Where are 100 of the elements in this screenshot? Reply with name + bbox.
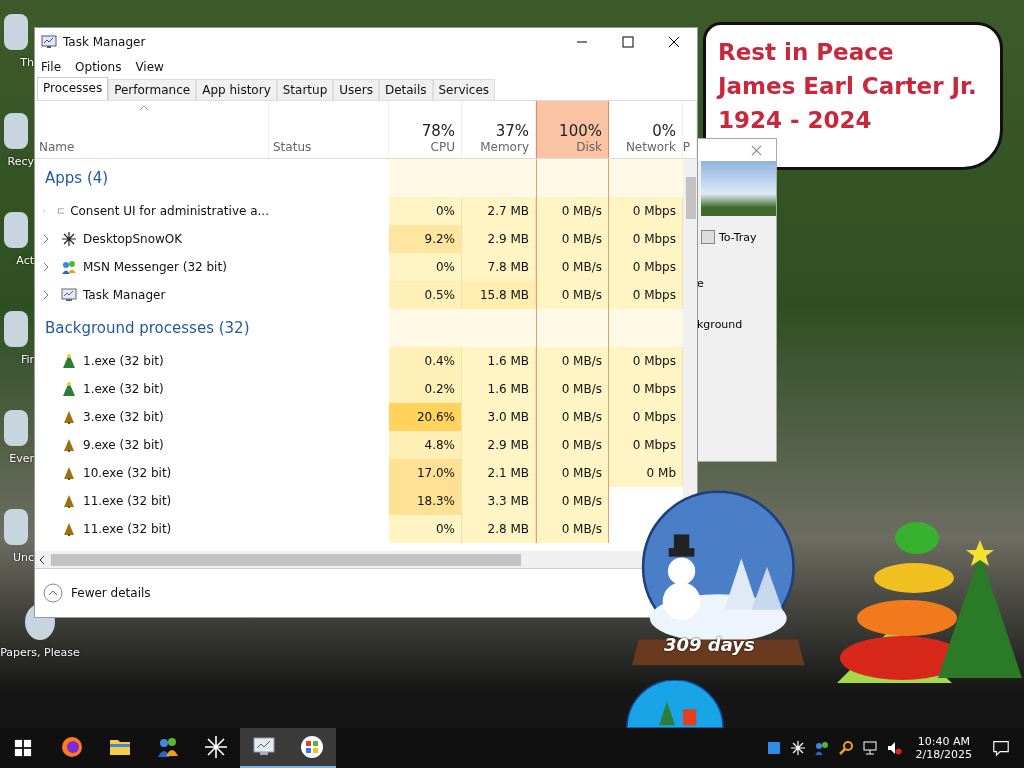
desktop-icon-label[interactable]: Recy: [7, 155, 34, 168]
table-cell: 0.4%: [389, 347, 462, 375]
table-cell: 0 MB/s: [536, 347, 609, 375]
collapse-icon[interactable]: [43, 583, 63, 603]
monitor-icon: [41, 34, 57, 50]
tab[interactable]: Services: [432, 79, 496, 100]
window-icon[interactable]: [765, 740, 782, 756]
app-icon[interactable]: [4, 311, 28, 347]
process-name[interactable]: Consent UI for administrative a...: [70, 204, 269, 218]
column-header[interactable]: 100% Disk: [536, 101, 609, 158]
app-icon[interactable]: [4, 212, 28, 248]
people-icon: [61, 259, 77, 275]
table-cell: 3.3 MB: [462, 487, 536, 515]
app-icon[interactable]: [4, 113, 28, 149]
tab[interactable]: App history: [196, 79, 277, 100]
notification-icon[interactable]: [992, 739, 1010, 757]
taskbar-button[interactable]: [288, 728, 336, 768]
table-cell: 0 Mbps: [609, 281, 683, 309]
process-name[interactable]: MSN Messenger (32 bit): [83, 260, 227, 274]
chevron-icon[interactable]: [43, 262, 49, 272]
tree-icon: [61, 437, 77, 453]
memorial-text: 1924 - 2024: [718, 106, 873, 135]
column-header[interactable]: 78% CPU: [389, 101, 462, 158]
table-cell: 20.6%: [389, 403, 462, 431]
network-icon[interactable]: [861, 740, 878, 756]
scroll-left-icon[interactable]: [39, 554, 45, 565]
column-header[interactable]: 0% Network: [609, 101, 683, 158]
table-cell: 0 Mbps: [609, 197, 683, 225]
day-counter: 309 days: [664, 634, 755, 655]
table-cell: 18.3%: [389, 487, 462, 515]
table-cell: 0%: [389, 253, 462, 281]
browser-icon: [60, 735, 84, 759]
desktop-icon-label[interactable]: Th: [20, 56, 34, 69]
process-name[interactable]: 11.exe (32 bit): [83, 522, 172, 536]
desktop-icon-label[interactable]: Unc: [12, 551, 34, 564]
process-name[interactable]: Task Manager: [83, 288, 166, 302]
column-header[interactable]: P: [683, 101, 697, 158]
process-name[interactable]: 1.exe (32 bit): [83, 354, 164, 368]
windows-start-icon[interactable]: [14, 739, 32, 757]
table-cell: 2.9 MB: [462, 431, 536, 459]
chevron-icon[interactable]: [43, 290, 49, 300]
app-icon[interactable]: [4, 14, 28, 50]
tree-icon: [61, 521, 77, 537]
process-name[interactable]: DesktopSnowOK: [83, 232, 183, 246]
checkbox[interactable]: [701, 230, 715, 244]
table-cell: 2.1 MB: [462, 459, 536, 487]
taskbar-button[interactable]: [240, 728, 288, 768]
checkbox-label[interactable]: To-Tray: [719, 230, 757, 244]
table-cell: 7.8 MB: [462, 253, 536, 281]
people-icon[interactable]: [813, 740, 830, 756]
table-cell: 2.7 MB: [462, 197, 536, 225]
table-cell: 0 Mbps: [609, 403, 683, 431]
process-name[interactable]: 11.exe (32 bit): [83, 494, 172, 508]
table-cell: 4.8%: [389, 431, 462, 459]
table-cell: 0 Mbps: [609, 347, 683, 375]
table-cell: 0 MB/s: [536, 515, 609, 543]
menu-item[interactable]: Options: [75, 60, 122, 74]
tab[interactable]: Startup: [276, 79, 334, 100]
tab[interactable]: Details: [378, 79, 433, 100]
tab[interactable]: Performance: [108, 79, 197, 100]
close-icon[interactable]: [751, 145, 762, 156]
fewer-details-link[interactable]: Fewer details: [71, 586, 151, 600]
group-heading: Background processes (32): [44, 319, 251, 337]
chevron-icon[interactable]: [43, 234, 49, 244]
sort-icon: [139, 105, 149, 111]
desktop-icon-label[interactable]: Papers, Please: [0, 646, 80, 659]
table-cell: 0 MB/s: [536, 253, 609, 281]
tree-icon: [61, 493, 77, 509]
column-header[interactable]: Status: [269, 101, 389, 158]
desktop-icon-label[interactable]: Fir: [20, 353, 34, 366]
table-cell: 0 Mb: [609, 459, 683, 487]
table-cell: 9.2%: [389, 225, 462, 253]
menu-item[interactable]: File: [41, 60, 62, 74]
volume-muted-icon[interactable]: [885, 740, 902, 756]
process-name[interactable]: 1.exe (32 bit): [83, 382, 164, 396]
monitor-icon: [61, 287, 77, 303]
snowflake-icon: [204, 735, 228, 759]
desktop-icon-label[interactable]: Ever: [9, 452, 34, 465]
process-name[interactable]: 10.exe (32 bit): [83, 466, 172, 480]
process-name[interactable]: 3.exe (32 bit): [83, 410, 164, 424]
tab[interactable]: Processes: [37, 77, 109, 100]
column-header[interactable]: Name: [35, 101, 269, 158]
tree-icon: [61, 465, 77, 481]
process-name[interactable]: 9.exe (32 bit): [83, 438, 164, 452]
table-cell: 1.6 MB: [462, 347, 536, 375]
table-cell: 0 MB/s: [536, 375, 609, 403]
table-cell: 0%: [389, 515, 462, 543]
table-cell: 0 Mbps: [609, 431, 683, 459]
desktop-icon-label[interactable]: Act: [16, 254, 34, 267]
search-icon[interactable]: [837, 740, 854, 756]
snowflake-icon[interactable]: [789, 740, 806, 756]
tree-icon: [61, 381, 77, 397]
group-heading: Apps (4): [44, 169, 110, 187]
tab[interactable]: Users: [333, 79, 379, 100]
memorial-text: James Earl Carter Jr.: [718, 72, 978, 101]
clock-time[interactable]: 10:40 AM: [917, 735, 970, 748]
table-cell: 2.8 MB: [462, 515, 536, 543]
menu-item[interactable]: View: [135, 60, 164, 74]
clock-date[interactable]: 2/18/2025: [915, 748, 972, 761]
table-cell: 0.5%: [389, 281, 462, 309]
